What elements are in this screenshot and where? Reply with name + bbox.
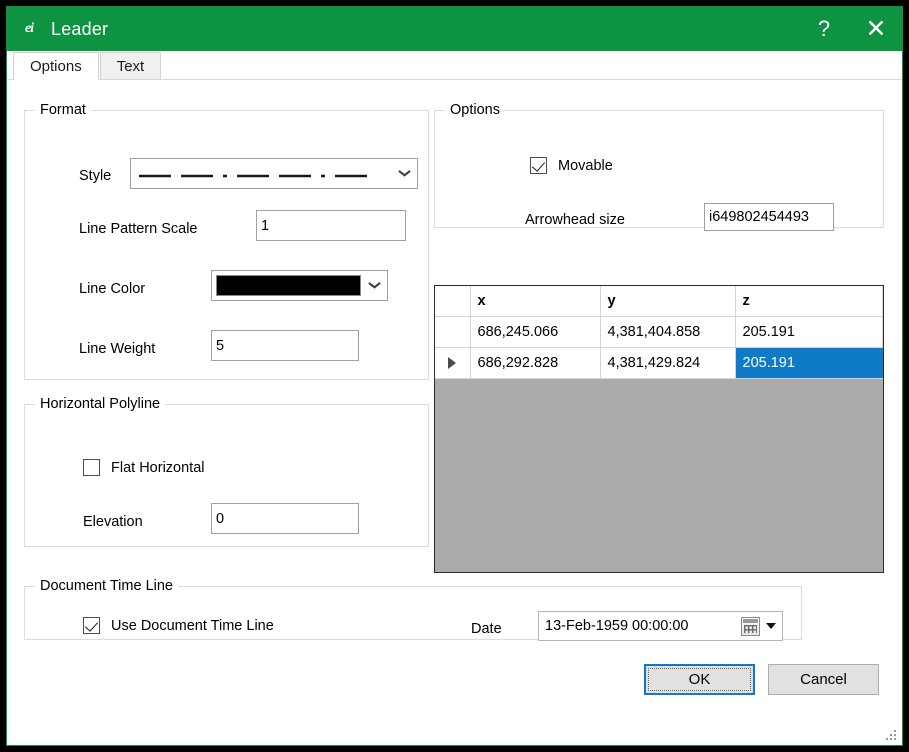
window-title: Leader bbox=[51, 19, 108, 40]
column-header-x[interactable]: x bbox=[470, 286, 600, 317]
tab-text[interactable]: Text bbox=[100, 52, 162, 79]
title-bar: ei Leader ? ✕ bbox=[7, 7, 902, 51]
arrowhead-size-label: Arrowhead size bbox=[525, 212, 625, 228]
cell-x[interactable]: 686,292.828 bbox=[470, 348, 600, 379]
flat-horizontal-checkbox[interactable]: Flat Horizontal bbox=[83, 459, 204, 476]
format-group-legend: Format bbox=[35, 102, 91, 118]
style-combobox[interactable] bbox=[130, 158, 418, 189]
checkbox-box bbox=[83, 617, 100, 634]
flat-horizontal-label: Flat Horizontal bbox=[111, 460, 204, 476]
line-weight-input[interactable] bbox=[211, 330, 359, 361]
date-value: 13-Feb-1959 00:00:00 bbox=[545, 618, 689, 634]
date-label: Date bbox=[471, 621, 502, 637]
options-group: Options Movable Arrowhead size bbox=[434, 102, 884, 228]
app-icon: ei bbox=[18, 18, 40, 40]
cell-y[interactable]: 4,381,404.858 bbox=[600, 317, 735, 348]
cell-z[interactable]: 205.191 bbox=[735, 317, 883, 348]
window-controls: ? ✕ bbox=[798, 7, 902, 51]
resize-grip[interactable] bbox=[884, 728, 897, 741]
style-label: Style bbox=[79, 168, 111, 184]
movable-checkbox[interactable]: Movable bbox=[530, 157, 613, 174]
leader-dialog: ei Leader ? ✕ Options Text Format Style bbox=[6, 6, 903, 746]
cell-x[interactable]: 686,245.066 bbox=[470, 317, 600, 348]
date-picker[interactable]: 13-Feb-1959 00:00:00 bbox=[538, 611, 783, 641]
ok-button-label: OK bbox=[689, 671, 711, 688]
row-selector-header bbox=[435, 286, 470, 317]
help-button[interactable]: ? bbox=[798, 7, 850, 51]
format-group: Format Style bbox=[24, 102, 429, 380]
style-preview bbox=[131, 159, 391, 188]
horizontal-polyline-legend: Horizontal Polyline bbox=[35, 396, 165, 412]
movable-label: Movable bbox=[558, 158, 613, 174]
column-header-y[interactable]: y bbox=[600, 286, 735, 317]
cell-z[interactable]: 205.191 bbox=[735, 348, 883, 379]
options-group-legend: Options bbox=[445, 102, 505, 118]
dropdown-arrow-icon[interactable] bbox=[766, 623, 776, 629]
elevation-input[interactable] bbox=[211, 503, 359, 534]
line-color-label: Line Color bbox=[79, 281, 145, 297]
tab-options[interactable]: Options bbox=[13, 52, 99, 80]
column-header-z[interactable]: z bbox=[735, 286, 883, 317]
chevron-down-icon bbox=[361, 282, 387, 289]
line-pattern-scale-input[interactable] bbox=[256, 210, 406, 241]
coordinates-grid[interactable]: x y z 686,245.066 4,381,404.858 205.191 bbox=[434, 285, 884, 573]
document-time-line-group: Document Time Line Use Document Time Lin… bbox=[24, 578, 802, 640]
table-header-row: x y z bbox=[435, 286, 883, 317]
checkbox-box bbox=[530, 157, 547, 174]
row-marker-icon bbox=[448, 357, 456, 369]
row-selector[interactable] bbox=[435, 348, 470, 379]
horizontal-polyline-group: Horizontal Polyline Flat Horizontal Elev… bbox=[24, 396, 429, 547]
cell-y[interactable]: 4,381,429.824 bbox=[600, 348, 735, 379]
ok-button[interactable]: OK bbox=[644, 664, 755, 695]
line-color-combobox[interactable] bbox=[211, 270, 388, 301]
document-time-line-legend: Document Time Line bbox=[35, 578, 178, 594]
use-document-time-line-label: Use Document Time Line bbox=[111, 618, 274, 634]
arrowhead-size-input[interactable] bbox=[704, 203, 834, 231]
checkbox-box bbox=[83, 459, 100, 476]
elevation-label: Elevation bbox=[83, 514, 143, 530]
tab-strip: Options Text bbox=[7, 51, 902, 80]
close-icon[interactable]: ✕ bbox=[850, 7, 902, 51]
chevron-down-icon bbox=[391, 170, 417, 177]
line-color-swatch bbox=[216, 275, 361, 296]
table-row[interactable]: 686,292.828 4,381,429.824 205.191 bbox=[435, 348, 883, 379]
calendar-icon[interactable] bbox=[741, 617, 760, 636]
use-document-time-line-checkbox[interactable]: Use Document Time Line bbox=[83, 617, 274, 634]
row-selector[interactable] bbox=[435, 317, 470, 348]
cancel-button-label: Cancel bbox=[800, 671, 847, 688]
line-pattern-scale-label: Line Pattern Scale bbox=[79, 221, 198, 237]
table-row[interactable]: 686,245.066 4,381,404.858 205.191 bbox=[435, 317, 883, 348]
dialog-content: Format Style bbox=[7, 80, 902, 745]
cancel-button[interactable]: Cancel bbox=[768, 664, 879, 695]
line-weight-label: Line Weight bbox=[79, 341, 155, 357]
